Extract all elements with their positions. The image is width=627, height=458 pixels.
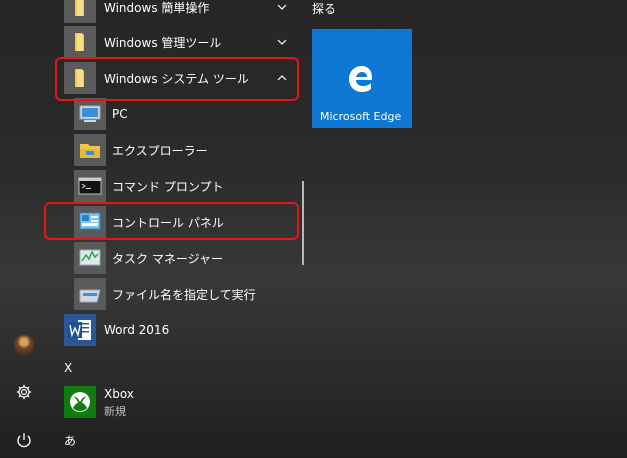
- tile-microsoft-edge[interactable]: Microsoft Edge: [312, 29, 412, 128]
- command-prompt-icon: [74, 170, 106, 202]
- list-item-label: Windows 簡単操作: [104, 0, 210, 15]
- list-item-run[interactable]: ファイル名を指定して実行: [48, 276, 298, 312]
- list-item-windows-admin-tools[interactable]: Windows 管理ツール: [48, 24, 298, 60]
- list-item-label: Word 2016: [104, 323, 170, 337]
- list-item-file-explorer[interactable]: エクスプローラー: [48, 132, 298, 168]
- word-icon: [64, 314, 96, 346]
- file-explorer-icon: [74, 134, 106, 166]
- edge-icon: [349, 66, 372, 92]
- list-item-task-manager[interactable]: タスク マネージャー: [48, 240, 298, 276]
- list-item-windows-ease-of-access[interactable]: Windows 簡単操作: [48, 0, 298, 25]
- xbox-icon: [64, 386, 96, 418]
- app-list-scrollbar[interactable]: [302, 181, 304, 265]
- run-icon: [74, 278, 106, 310]
- start-left-rail: [0, 0, 48, 458]
- list-item-sublabel: 新規: [104, 405, 126, 418]
- list-item-label: タスク マネージャー: [112, 251, 223, 266]
- list-item-label: ファイル名を指定して実行: [112, 287, 256, 302]
- list-item-xbox[interactable]: Xbox 新規: [48, 384, 298, 420]
- power-button[interactable]: [8, 424, 40, 456]
- highlight-control-panel: [44, 202, 299, 240]
- list-item-word-2016[interactable]: Word 2016: [48, 312, 298, 348]
- chevron-down-icon: [277, 39, 287, 45]
- list-item-label: エクスプローラー: [112, 143, 208, 158]
- list-item-label: コマンド プロンプト: [112, 179, 224, 194]
- settings-button[interactable]: [8, 376, 40, 408]
- list-item-label: Xbox: [104, 387, 134, 401]
- tile-group-title: 探る: [312, 2, 337, 16]
- chevron-down-icon: [277, 4, 287, 10]
- task-manager-icon: [74, 242, 106, 274]
- gear-icon: [16, 384, 32, 400]
- tile-label: Microsoft Edge: [320, 110, 402, 123]
- section-header-x[interactable]: X: [64, 361, 72, 375]
- pc-icon: [74, 98, 106, 130]
- highlight-windows-system-tools: [55, 57, 299, 101]
- list-item-command-prompt[interactable]: コマンド プロンプト: [48, 168, 298, 204]
- user-avatar-button[interactable]: [8, 329, 40, 361]
- list-item-label: PC: [112, 107, 128, 121]
- list-item-label: Windows 管理ツール: [104, 35, 222, 50]
- avatar: [14, 335, 34, 355]
- power-icon: [17, 433, 31, 448]
- folder-icon: [64, 26, 96, 58]
- folder-icon: [64, 0, 96, 23]
- section-header-a[interactable]: あ: [64, 432, 76, 449]
- list-item-pc[interactable]: PC: [48, 96, 298, 132]
